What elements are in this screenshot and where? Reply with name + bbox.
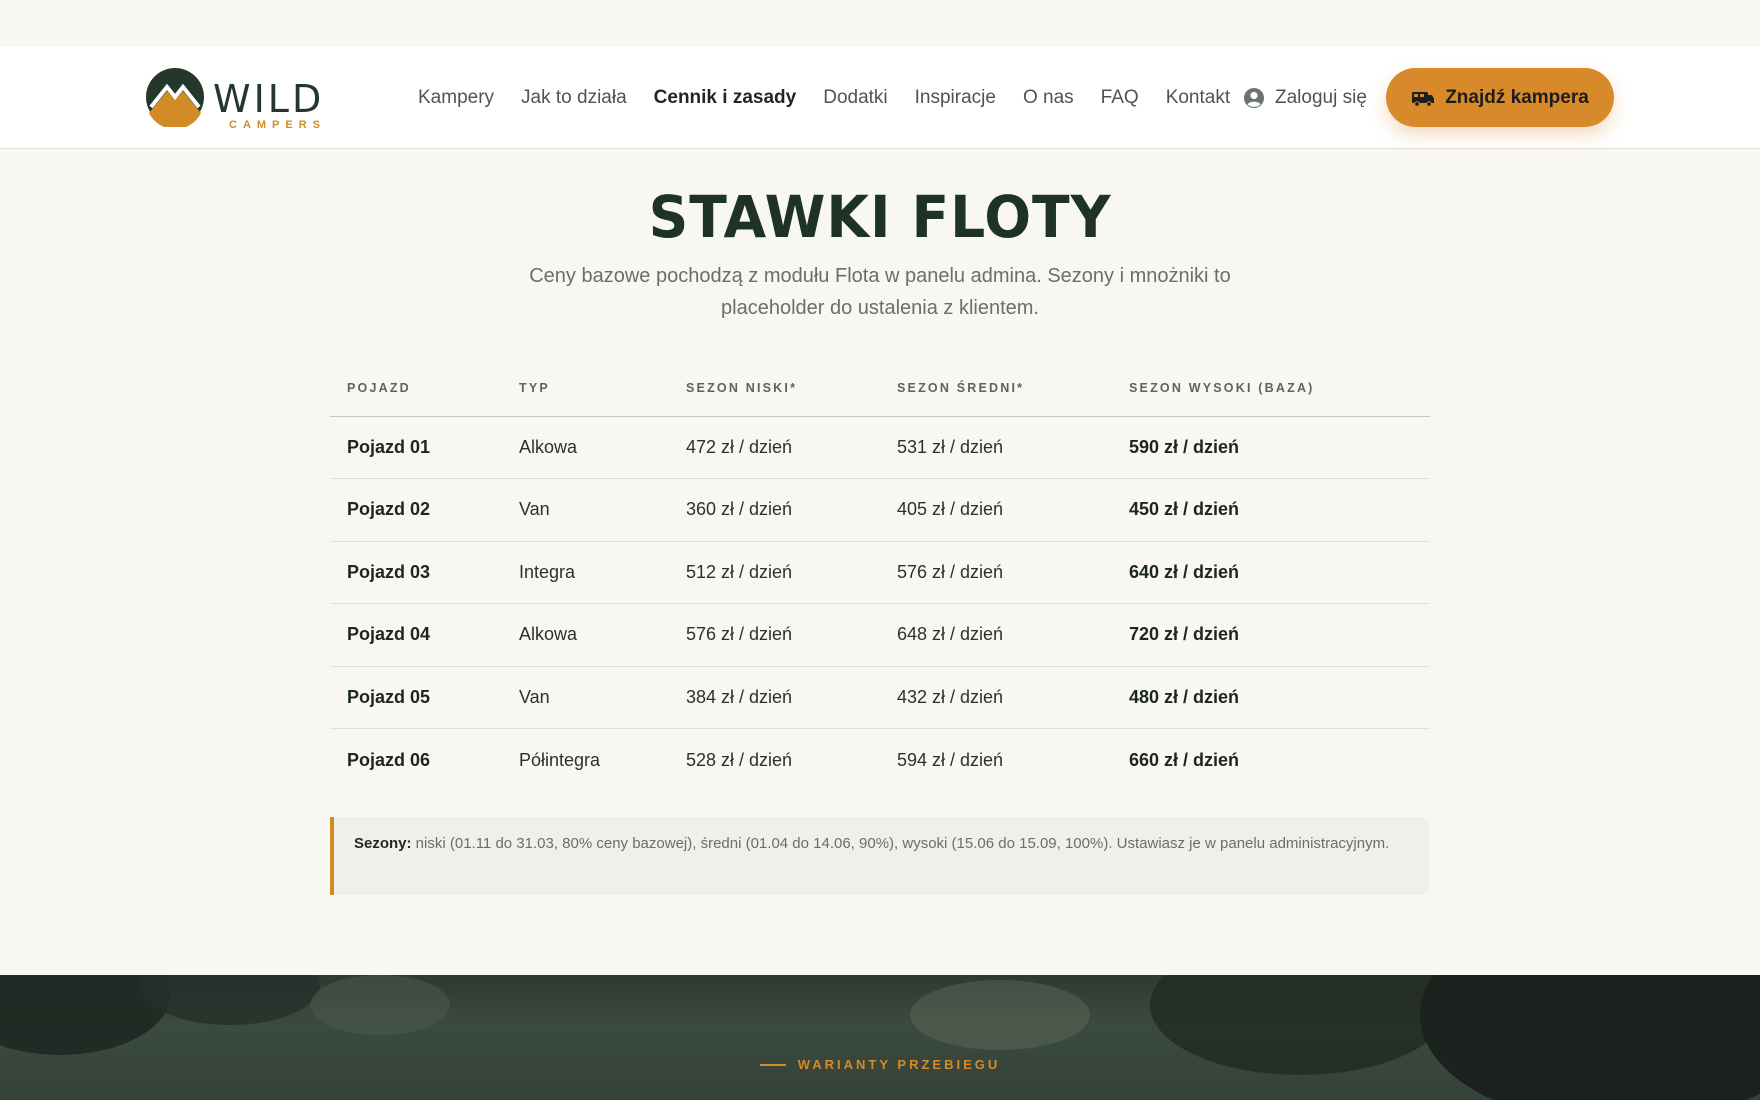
table-row: Pojazd 06 Półintegra 528 zł / dzień 594 … — [330, 729, 1430, 792]
vehicle-type: Integra — [502, 541, 669, 604]
eyebrow-line — [759, 1063, 786, 1066]
column-header-vehicle: POJAZD — [330, 360, 502, 417]
nav-item-dodatki[interactable]: Dodatki — [823, 87, 887, 109]
low-season-rate: 384 zł / dzień — [669, 666, 880, 729]
vehicle-type: Van — [502, 478, 669, 542]
mid-season-rate: 576 zł / dzień — [880, 541, 1112, 604]
vehicle-type: Van — [502, 666, 669, 729]
vehicle-name: Pojazd 06 — [347, 749, 431, 770]
high-season-rate: 480 zł / dzień — [1112, 666, 1430, 729]
login-label: Zaloguj się — [1275, 87, 1367, 108]
mid-season-rate: 405 zł / dzień — [880, 478, 1112, 542]
vehicle-type: Alkowa — [502, 416, 669, 479]
logo-tagline: CAMPERS — [229, 119, 327, 131]
foliage-right-decor — [910, 975, 1760, 1100]
route-variants-hero: WARIANTY PRZEBIEGU — [0, 975, 1760, 1100]
fleet-rates-table: POJAZD TYP SEZON NISKI* SEZON ŚREDNI* SE… — [330, 360, 1430, 791]
mid-season-rate: 594 zł / dzień — [897, 749, 1004, 770]
low-season-rate: 528 zł / dzień — [686, 749, 793, 770]
high-season-rate: 590 zł / dzień — [1112, 416, 1430, 479]
section-title: STAWKI FLOTY — [648, 183, 1112, 251]
find-camper-label: Znajdź kampera — [1445, 86, 1589, 108]
table-row: Pojazd 05 Van 384 zł / dzień 432 zł / dz… — [330, 666, 1430, 729]
low-season-rate: 512 zł / dzień — [669, 541, 880, 604]
column-header-type: TYP — [502, 360, 669, 417]
section-subtitle: Ceny bazowe pochodzą z modułu Flota w pa… — [529, 265, 1231, 319]
mid-season-rate: 531 zł / dzień — [880, 416, 1112, 479]
vehicle-type: Alkowa — [502, 603, 669, 667]
table-row: Pojazd 04 Alkowa 576 zł / dzień 648 zł /… — [330, 603, 1430, 667]
mountain-logo-icon — [146, 68, 204, 127]
logo-wordmark: WILD — [213, 77, 325, 121]
column-header-low-season: SEZON NISKI* — [669, 360, 880, 417]
low-season-rate: 576 zł / dzień — [669, 603, 880, 667]
vehicle-name: Pojazd 01 — [330, 416, 502, 479]
table-row: Pojazd 01 Alkowa 472 zł / dzień 531 zł /… — [330, 416, 1430, 479]
seasons-note-label: Sezony: — [354, 835, 412, 852]
top-band — [0, 0, 1760, 47]
vehicle-name: Pojazd 04 — [330, 603, 502, 667]
nav-item-cennik-i-zasady[interactable]: Cennik i zasady — [654, 87, 797, 109]
mid-season-rate: 432 zł / dzień — [880, 666, 1112, 729]
vehicle-name: Pojazd 05 — [330, 666, 502, 729]
seasons-note-text: niski (01.11 do 31.03, 80% ceny bazowej)… — [411, 835, 1390, 852]
low-season-rate: 360 zł / dzień — [669, 478, 880, 542]
section-eyebrow: WARIANTY PRZEBIEGU — [0, 1057, 1760, 1072]
camper-van-icon — [1412, 91, 1435, 107]
login-link[interactable]: Zaloguj się — [1243, 47, 1367, 149]
vehicle-type: Półintegra — [519, 749, 601, 770]
nav-item-faq[interactable]: FAQ — [1101, 87, 1139, 109]
high-season-rate: 640 zł / dzień — [1112, 541, 1430, 604]
vehicle-name: Pojazd 02 — [330, 478, 502, 542]
find-camper-button[interactable]: Znajdź kampera — [1386, 68, 1614, 127]
vehicle-name: Pojazd 03 — [330, 541, 502, 604]
nav-item-jak-to-dziala[interactable]: Jak to działa — [521, 87, 627, 109]
high-season-rate: 660 zł / dzień — [1129, 749, 1240, 770]
table-row: Pojazd 02 Van 360 zł / dzień 405 zł / dz… — [330, 478, 1430, 542]
main-nav: Kampery Jak to działa Cennik i zasady Do… — [418, 47, 1257, 149]
eyebrow-label: WARIANTY PRZEBIEGU — [797, 1057, 1001, 1072]
column-header-high-season: SEZON WYSOKI (BAZA) — [1112, 360, 1430, 417]
table-row: Pojazd 03 Integra 512 zł / dzień 576 zł … — [330, 541, 1430, 604]
low-season-rate: 472 zł / dzień — [669, 416, 880, 479]
site-header: WILD CAMPERS Kampery Jak to działa Cenni… — [0, 47, 1760, 149]
nav-item-kampery[interactable]: Kampery — [418, 87, 494, 109]
logo[interactable]: WILD CAMPERS — [145, 67, 345, 131]
nav-item-o-nas[interactable]: O nas — [1023, 87, 1074, 109]
nav-item-inspiracje[interactable]: Inspiracje — [915, 87, 996, 109]
high-season-rate: 450 zł / dzień — [1112, 478, 1430, 542]
mid-season-rate: 648 zł / dzień — [880, 603, 1112, 667]
seasons-note: Sezony: niski (01.11 do 31.03, 80% ceny … — [330, 817, 1430, 895]
column-header-mid-season: SEZON ŚREDNI* — [880, 360, 1112, 417]
nav-item-kontakt[interactable]: Kontakt — [1166, 87, 1230, 109]
high-season-rate: 720 zł / dzień — [1112, 603, 1430, 667]
user-icon — [1244, 88, 1264, 108]
table-header-row: POJAZD TYP SEZON NISKI* SEZON ŚREDNI* SE… — [330, 360, 1430, 417]
